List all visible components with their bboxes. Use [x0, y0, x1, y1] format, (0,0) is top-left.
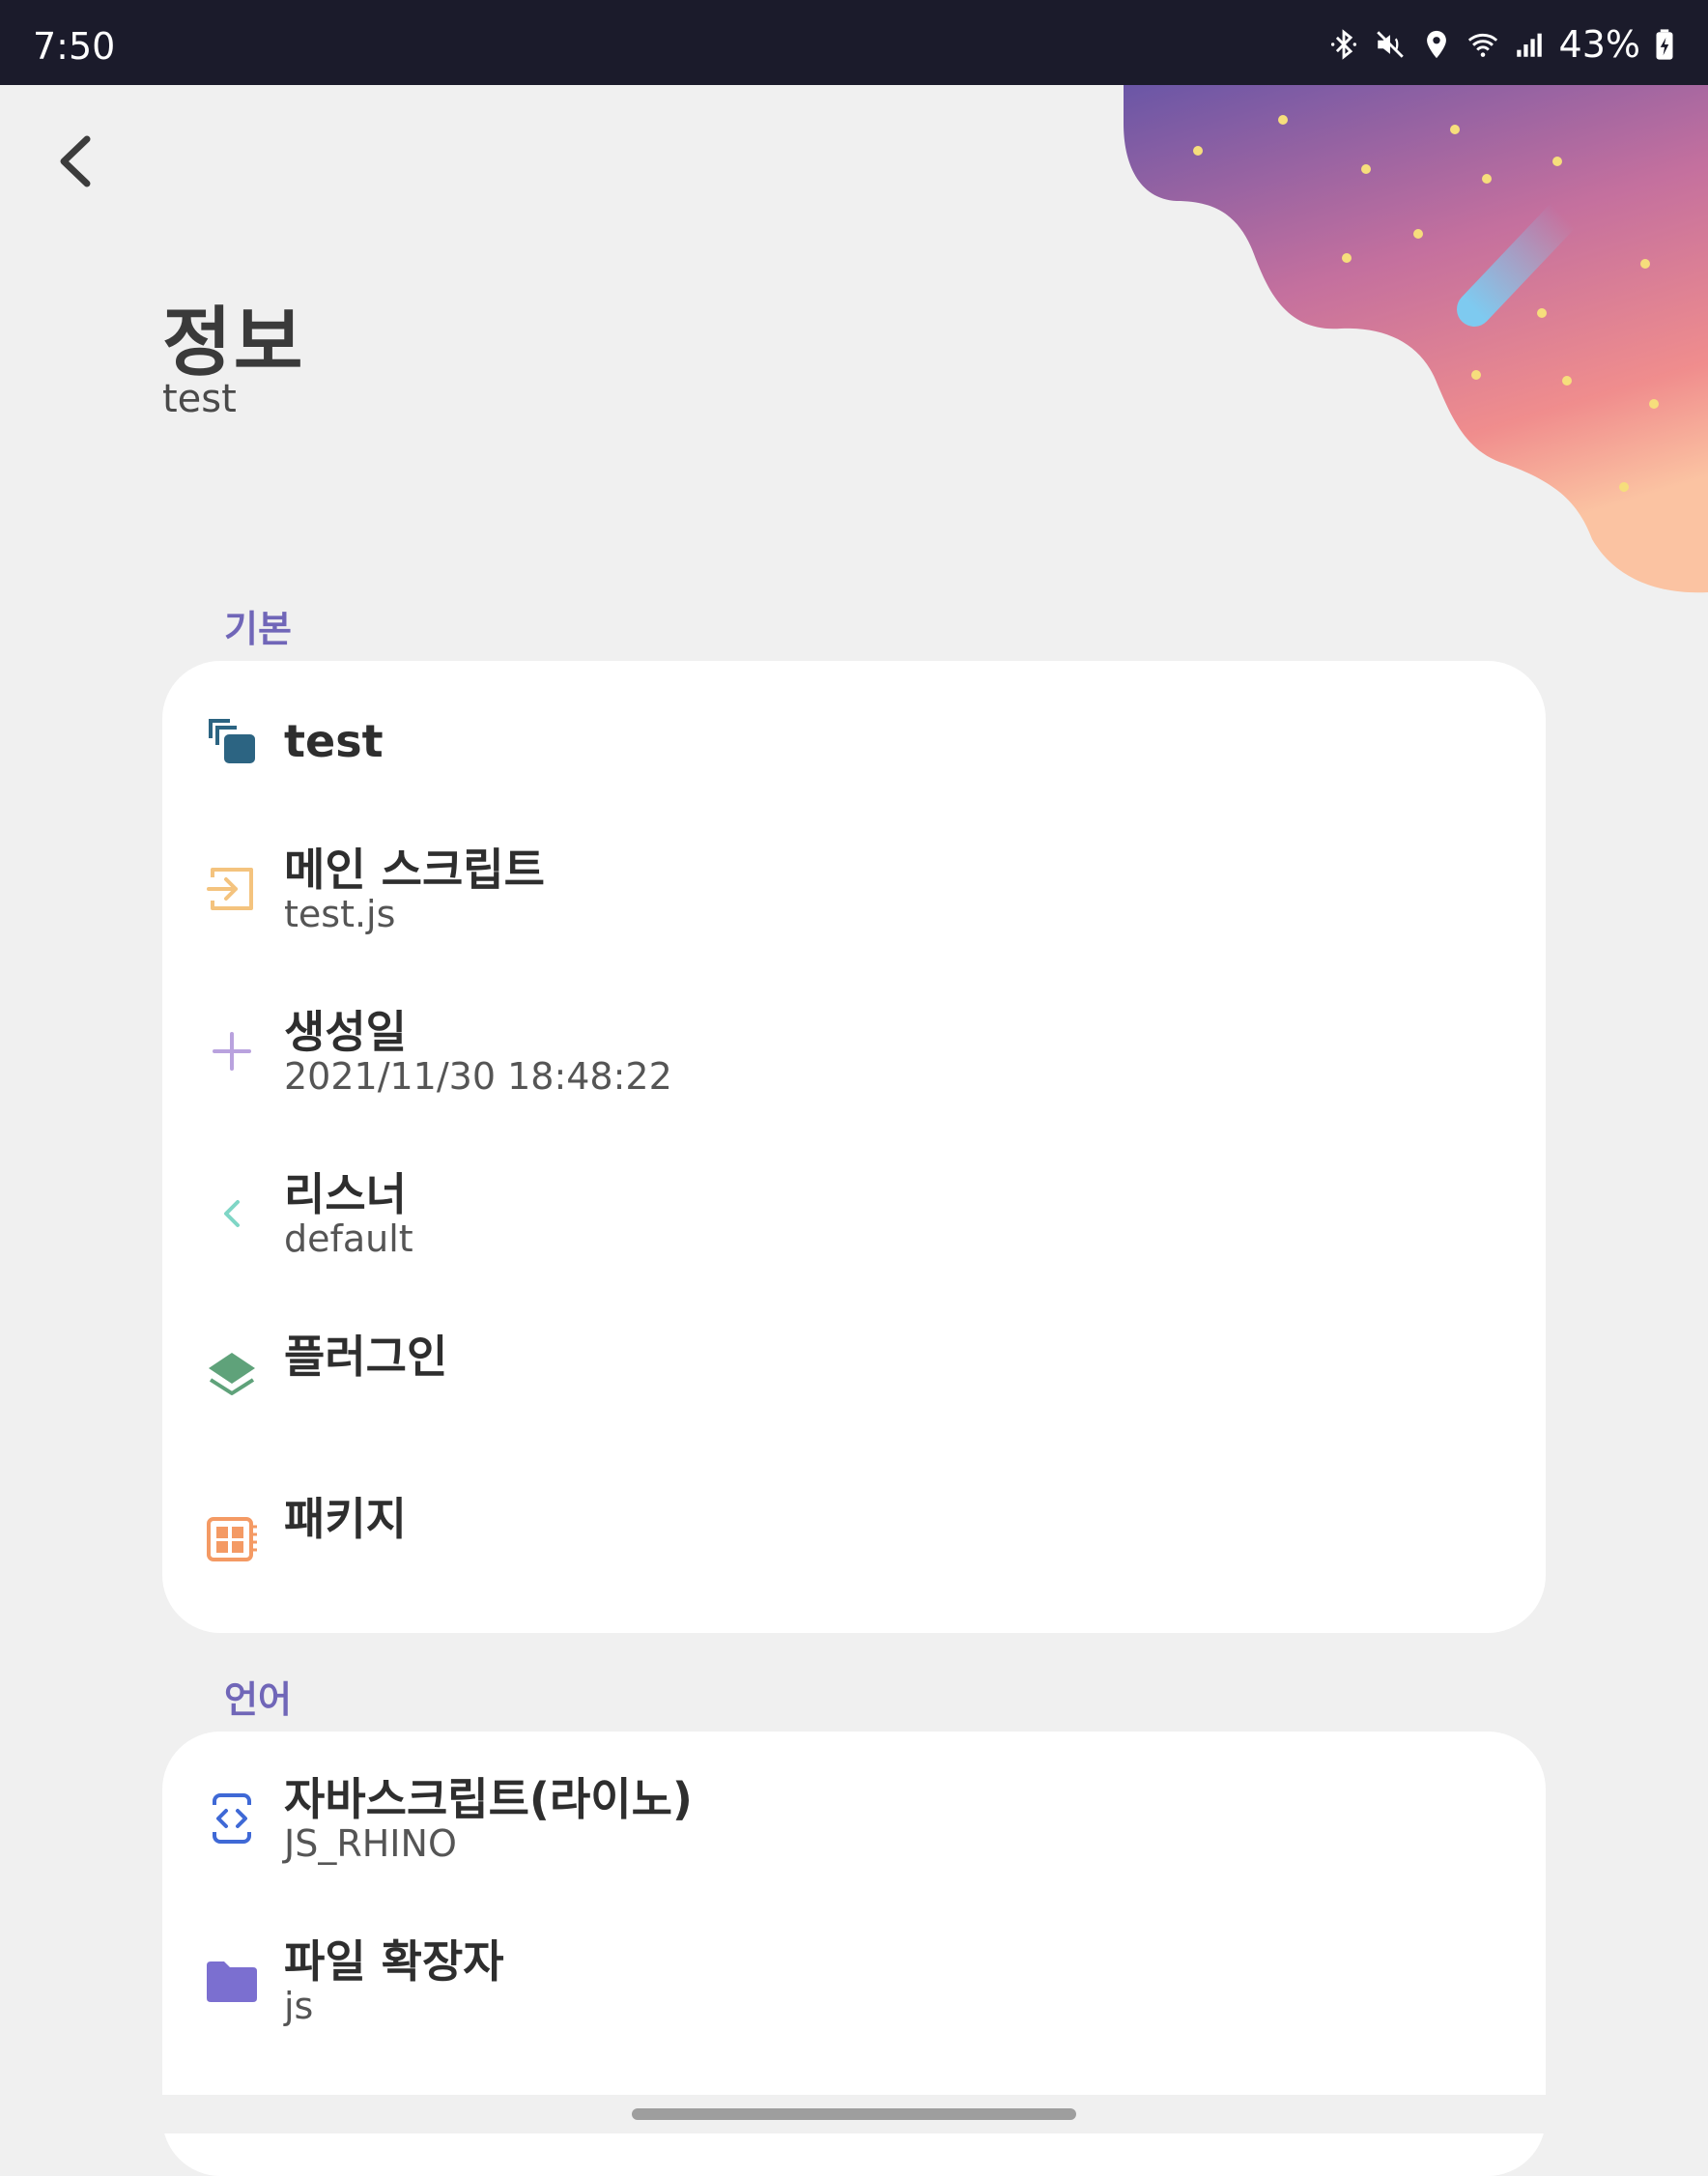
decorative-space-illustration — [1124, 85, 1708, 593]
package-row[interactable]: 패키지 — [162, 1473, 1546, 1608]
battery-charging-icon — [1656, 29, 1673, 60]
created-date-value: 2021/11/30 18:48:22 — [284, 1055, 672, 1098]
location-icon — [1426, 30, 1446, 59]
code-icon — [211, 1793, 253, 1844]
created-date-row[interactable]: 생성일 2021/11/30 18:48:22 — [162, 986, 1546, 1121]
status-bar: 7:50 43% — [0, 0, 1708, 85]
main-script-icon — [207, 868, 253, 910]
main-script-title: 메인 스크립트 — [284, 844, 545, 896]
main-script-value: test.js — [284, 893, 396, 935]
listener-title: 리스너 — [284, 1168, 407, 1220]
basic-info-card: test 메인 스크립트 test.js 생성일 2021/11/30 18:4… — [162, 661, 1546, 1633]
language-title: 자바스크립트(라이노) — [284, 1773, 693, 1825]
package-title: 패키지 — [284, 1493, 407, 1545]
status-time: 7:50 — [33, 25, 116, 68]
project-name-row[interactable]: test — [162, 661, 1546, 796]
page-title: 정보 — [162, 300, 305, 387]
home-gesture-handle[interactable] — [632, 2108, 1076, 2120]
plugin-layers-icon — [209, 1353, 255, 1395]
plugin-title: 플러그인 — [284, 1331, 448, 1383]
listener-value: default — [284, 1217, 413, 1260]
status-icons: 43% — [1327, 23, 1675, 66]
page-subtitle: test — [162, 377, 237, 421]
file-extension-title: 파일 확장자 — [284, 1935, 504, 1988]
battery-percent: 43% — [1558, 23, 1640, 66]
plugin-row[interactable]: 플러그인 — [162, 1310, 1546, 1446]
signal-icon — [1516, 33, 1542, 57]
language-value: JS_RHINO — [284, 1822, 457, 1865]
folder-icon — [207, 1961, 257, 2002]
section-label-language: 언어 — [224, 1678, 292, 1721]
file-extension-value: js — [284, 1985, 314, 2027]
listener-row[interactable]: 리스너 default — [162, 1148, 1546, 1283]
created-date-title: 생성일 — [284, 1006, 407, 1058]
wifi-icon — [1467, 33, 1497, 57]
back-arrow-icon[interactable] — [52, 131, 100, 191]
main-script-row[interactable]: 메인 스크립트 test.js — [162, 823, 1546, 959]
project-icon — [209, 719, 255, 763]
navigation-bar — [0, 2095, 1708, 2133]
plus-icon — [213, 1032, 251, 1071]
project-name-title: test — [284, 715, 384, 767]
section-label-basic: 기본 — [224, 608, 292, 650]
mute-icon — [1376, 31, 1404, 58]
language-row[interactable]: 자바스크립트(라이노) JS_RHINO — [162, 1753, 1546, 1888]
listener-icon — [224, 1200, 240, 1227]
package-icon — [207, 1517, 257, 1561]
file-extension-row[interactable]: 파일 확장자 js — [162, 1915, 1546, 2050]
bluetooth-icon — [1330, 29, 1356, 60]
